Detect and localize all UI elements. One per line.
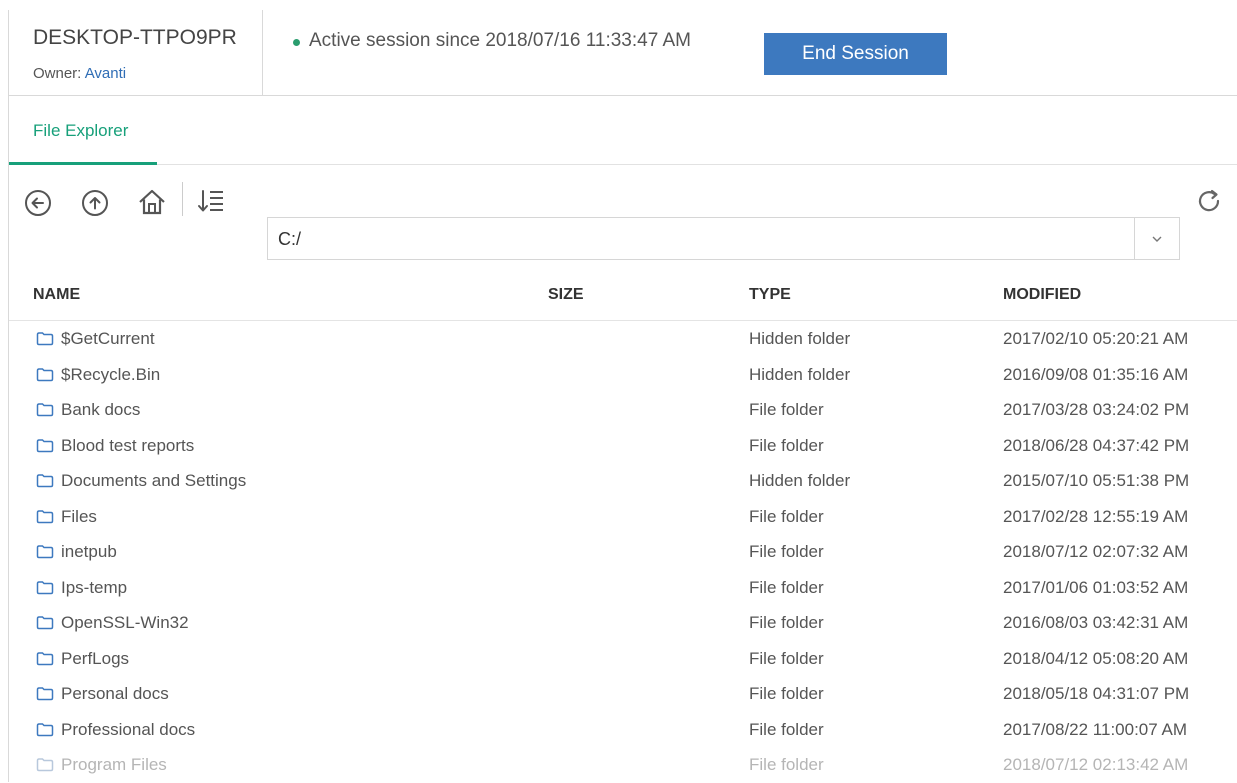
remote-session-panel: DESKTOP-TTPO9PR Owner: Avanti Active ses…: [8, 10, 1237, 782]
tab-file-explorer[interactable]: File Explorer: [9, 97, 157, 165]
file-list: $GetCurrent Hidden folder 2017/02/10 05:20…: [9, 321, 1237, 783]
folder-icon: [36, 544, 54, 564]
table-row[interactable]: Professional docs File folder 2017/08/22 1…: [9, 712, 1237, 748]
file-modified: 2017/02/10 05:20:21 AM: [1003, 329, 1189, 348]
folder-icon: [36, 438, 54, 458]
file-type: File folder: [749, 506, 824, 526]
session-header: DESKTOP-TTPO9PR Owner: Avanti Active ses…: [9, 10, 1237, 96]
file-name: Professional docs: [61, 719, 196, 739]
folder-icon: [36, 580, 54, 600]
file-modified: 2016/09/08 01:35:16 AM: [1003, 364, 1189, 384]
table-row[interactable]: inetpub File folder 2018/07/12 02:07:32 AM: [9, 534, 1237, 570]
table-row[interactable]: Ips-temp File folder 2017/01/06 01:03:52 A…: [9, 570, 1237, 606]
home-icon[interactable]: [136, 186, 168, 218]
device-name: DESKTOP-TTPO9PR: [33, 26, 237, 49]
file-modified: 2017/02/28 12:55:19 AM: [1003, 506, 1189, 526]
folder-icon: [36, 473, 54, 493]
file-type: Hidden folder: [749, 329, 851, 348]
file-modified: 2017/03/28 03:24:02 PM: [1003, 400, 1190, 419]
file-type: File folder: [749, 613, 824, 632]
file-modified: 2018/07/12 02:13:42 AM: [1003, 755, 1189, 774]
table-row[interactable]: Blood test reports File folder 2018/06/28 …: [9, 428, 1237, 464]
file-modified: 2015/07/10 05:51:38 PM: [1003, 471, 1190, 490]
tab-bar: File Explorer: [9, 97, 1237, 165]
file-type: File folder: [749, 755, 824, 774]
file-type: Hidden folder: [749, 364, 851, 384]
file-name: PerfLogs: [61, 648, 130, 668]
file-name: inetpub: [61, 542, 117, 561]
file-modified: 2018/05/18 04:31:07 PM: [1003, 684, 1190, 703]
file-name: Blood test reports: [61, 435, 195, 455]
toolbar-divider: [182, 182, 183, 216]
owner-label: Owner:: [33, 65, 82, 82]
path-select[interactable]: C:/: [267, 217, 1180, 260]
folder-icon: [36, 402, 54, 422]
path-value: C:/: [278, 229, 302, 249]
end-session-button[interactable]: End Session: [764, 33, 947, 75]
folder-icon: [36, 367, 54, 387]
file-name: $GetCurrent: [61, 329, 155, 348]
table-row[interactable]: Bank docs File folder 2017/03/28 03:24:02 …: [9, 392, 1237, 428]
chevron-down-icon: [1152, 236, 1162, 242]
back-icon[interactable]: [23, 188, 53, 218]
column-header-type[interactable]: TYPE: [749, 286, 791, 304]
file-type: File folder: [749, 719, 824, 739]
table-row[interactable]: $Recycle.Bin Hidden folder 2016/09/08 01:3…: [9, 357, 1237, 393]
owner-line: Owner: Avanti: [33, 65, 126, 82]
table-row[interactable]: Personal docs File folder 2018/05/18 04:31…: [9, 676, 1237, 712]
folder-icon: [36, 757, 54, 777]
file-name: OpenSSL-Win32: [61, 613, 189, 632]
file-type: File folder: [749, 684, 824, 703]
file-name: Documents and Settings: [61, 471, 247, 490]
column-header-name[interactable]: NAME: [33, 286, 80, 304]
file-name: Bank docs: [61, 400, 141, 419]
file-type: File folder: [749, 648, 824, 668]
file-modified: 2017/08/22 11:00:07 AM: [1003, 719, 1188, 739]
file-modified: 2018/04/12 05:08:20 AM: [1003, 648, 1189, 668]
folder-icon: [36, 651, 54, 671]
file-type: Hidden folder: [749, 471, 851, 490]
file-type: File folder: [749, 400, 824, 419]
device-info: DESKTOP-TTPO9PR Owner: Avanti: [9, 10, 263, 96]
file-modified: 2017/01/06 01:03:52 AM: [1003, 577, 1189, 597]
table-row[interactable]: $GetCurrent Hidden folder 2017/02/10 05:20…: [9, 321, 1237, 357]
column-header-modified[interactable]: MODIFIED: [1003, 286, 1081, 304]
file-modified: 2016/08/03 03:42:31 AM: [1003, 613, 1189, 632]
up-icon[interactable]: [80, 188, 110, 218]
owner-name-link[interactable]: Avanti: [85, 65, 126, 82]
path-dropdown-toggle[interactable]: [1134, 218, 1179, 259]
table-row[interactable]: OpenSSL-Win32 File folder 2016/08/03 03:42…: [9, 605, 1237, 641]
file-name: $Recycle.Bin: [61, 364, 161, 384]
file-modified: 2018/07/12 02:07:32 AM: [1003, 542, 1189, 561]
table-row[interactable]: Files File folder 2017/02/28 12:55:19 AM: [9, 499, 1237, 535]
file-type: File folder: [749, 542, 824, 561]
folder-icon: [36, 686, 54, 706]
session-status: Active session since 2018/07/16 11:33:47…: [293, 30, 691, 52]
folder-icon: [36, 722, 54, 742]
session-status-text: Active session since 2018/07/16 11:33:47…: [309, 30, 692, 51]
sort-icon[interactable]: [195, 186, 227, 216]
file-type: File folder: [749, 435, 824, 455]
file-name: Files: [61, 506, 97, 526]
folder-icon: [36, 331, 54, 351]
column-header-size[interactable]: SIZE: [548, 286, 584, 304]
table-row[interactable]: PerfLogs File folder 2018/04/12 05:08:20 A…: [9, 641, 1237, 677]
folder-icon: [36, 615, 54, 635]
file-name: Personal docs: [61, 684, 169, 703]
file-name: Ips-temp: [61, 577, 128, 597]
folder-icon: [36, 509, 54, 529]
table-row[interactable]: Documents and Settings Hidden folder 2015/…: [9, 463, 1237, 499]
file-type: File folder: [749, 577, 824, 597]
status-dot-icon: [293, 39, 300, 46]
table-row[interactable]: Program Files File folder 2018/07/12 02:13…: [9, 747, 1237, 783]
file-name: Program Files: [61, 755, 167, 774]
file-modified: 2018/06/28 04:37:42 PM: [1003, 435, 1190, 455]
refresh-icon[interactable]: [1194, 186, 1224, 216]
